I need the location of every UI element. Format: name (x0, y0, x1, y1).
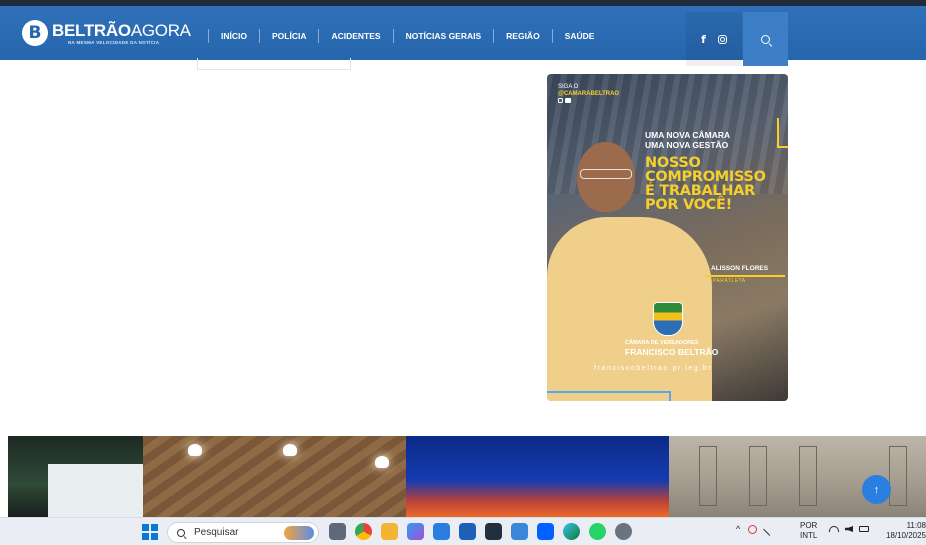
news-photo-2[interactable] (143, 436, 406, 517)
store-icon[interactable] (433, 523, 450, 540)
whatsapp-icon[interactable] (589, 523, 606, 540)
ad-person-role: PARATLETA (713, 278, 746, 284)
instagram-icon (558, 98, 563, 103)
chrome-icon[interactable] (355, 523, 372, 540)
ad-name-underline (705, 275, 785, 277)
search-icon (761, 34, 770, 44)
social-links: f (686, 12, 742, 66)
site-logo[interactable]: B BELTRÃOAGORA NA MESMA VELOCIDADE DA NO… (22, 20, 191, 46)
ad-org-bottom: FRANCISCO BELTRÃO (625, 347, 719, 357)
b-app-icon[interactable] (459, 523, 476, 540)
coat-of-arms-icon (653, 302, 683, 336)
logo-light-text: AGORA (130, 20, 191, 40)
ad-social-icons (558, 98, 571, 103)
camara-ad-banner[interactable]: SIGA O @CAMARABELTRAO UMA NOVA CÂMARA UM… (547, 74, 788, 401)
ad-portrait-glasses (580, 169, 632, 179)
ad-slogan: NOSSO COMPROMISSO É TRABALHAR POR VOCÊ! (645, 155, 766, 213)
taskbar-clock[interactable]: 11:08 18/10/2025 (884, 521, 926, 541)
news-photo-4[interactable] (669, 436, 926, 517)
ad-url: franciscobeltrao.pr.leg.br (594, 365, 713, 372)
logo-tagline: NA MESMA VELOCIDADE DA NOTÍCIA (68, 39, 160, 45)
windows-start-icon[interactable] (142, 524, 158, 540)
logo-mark-icon: B (22, 20, 48, 46)
nav-item-inicio[interactable]: INÍCIO (208, 29, 259, 43)
clock-time: 11:08 (906, 521, 926, 530)
facebook-icon[interactable]: f (701, 33, 706, 46)
notifications-off-icon[interactable] (763, 522, 777, 536)
taskbar-pinned-apps (329, 523, 632, 540)
back-to-top-button[interactable]: ↑ (862, 475, 891, 504)
nav-item-saude[interactable]: SAÚDE (551, 29, 607, 43)
clock-date: 18/10/2025 (885, 531, 926, 540)
ad-accent-line (777, 118, 788, 148)
news-photo-strip (8, 436, 926, 517)
ad-bottom-accent (547, 391, 671, 401)
file-explorer-icon[interactable] (381, 523, 398, 540)
instagram-icon[interactable] (717, 34, 727, 44)
news-photo-3[interactable] (406, 436, 669, 517)
nav-item-acidentes[interactable]: ACIDENTES (318, 29, 392, 43)
site-header: B BELTRÃOAGORA NA MESMA VELOCIDADE DA NO… (0, 0, 926, 66)
ad-person-name: ALISSON FLORES (711, 265, 769, 272)
task-view-icon[interactable] (329, 523, 346, 540)
windows-taskbar: Pesquisar ^ POR INTL 11:08 18/10/2025 (0, 517, 926, 545)
settings-icon[interactable] (615, 523, 632, 540)
news-photo-1[interactable] (8, 436, 143, 517)
main-nav: INÍCIO POLÍCIA ACIDENTES NOTÍCIAS GERAIS… (208, 29, 606, 43)
volume-icon (845, 526, 853, 532)
nav-item-regiao[interactable]: REGIÃO (493, 29, 552, 43)
system-tray: ^ (736, 522, 777, 536)
nav-item-policia[interactable]: POLÍCIA (258, 29, 318, 43)
input-language[interactable]: POR INTL (800, 521, 817, 541)
youtube-icon (565, 98, 571, 103)
logo-bold-text: BELTRÃO (52, 20, 131, 40)
search-highlight-icon (284, 526, 314, 540)
search-button[interactable] (743, 12, 788, 66)
tray-overflow-icon[interactable]: ^ (736, 524, 740, 534)
mail-icon[interactable] (511, 523, 528, 540)
left-column-frame (197, 58, 351, 70)
ad-handle: @CAMARABELTRAO (558, 91, 620, 97)
search-icon (177, 528, 185, 537)
ad-portrait-body (547, 217, 712, 401)
network-volume-battery[interactable] (829, 526, 869, 532)
ad-headline: UMA NOVA CÂMARA UMA NOVA GESTÃO (645, 130, 731, 150)
taskbar-search-placeholder: Pesquisar (194, 527, 239, 538)
nav-item-noticias-gerais[interactable]: NOTÍCIAS GERAIS (392, 29, 494, 43)
amazon-icon[interactable] (485, 523, 502, 540)
sync-icon[interactable] (748, 524, 758, 534)
logo-wordmark: BELTRÃOAGORA NA MESMA VELOCIDADE DA NOTÍ… (52, 20, 191, 45)
copilot-icon[interactable] (407, 523, 424, 540)
dropbox-icon[interactable] (537, 523, 554, 540)
battery-icon (859, 526, 869, 532)
ad-org-top: CÂMARA DE VEREADORES (625, 340, 699, 346)
wifi-icon (829, 526, 839, 532)
ad-follow-label: SIGA O (558, 84, 579, 90)
edge-icon[interactable] (563, 523, 580, 540)
taskbar-search[interactable]: Pesquisar (167, 522, 319, 543)
